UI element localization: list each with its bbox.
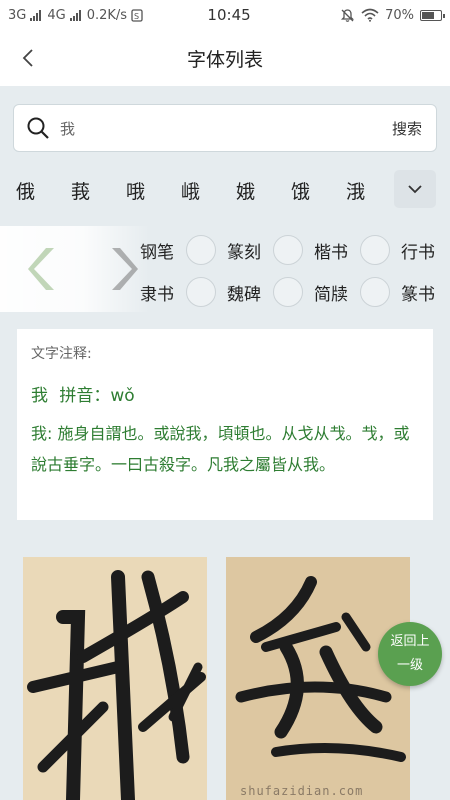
- network-4g-label: 4G: [47, 7, 66, 23]
- char-item[interactable]: 涐: [346, 177, 401, 204]
- annotation-char: 我: [31, 386, 48, 406]
- annotation-pinyin-line: 我 拼音：wǒ: [31, 381, 419, 406]
- related-chars-row: 俄 莪 哦 峨 娥 饿 涐: [0, 168, 450, 212]
- title-bar: 字体列表: [0, 30, 450, 86]
- char-item[interactable]: 娥: [236, 177, 291, 204]
- chevron-left-icon: [22, 49, 33, 67]
- calligraphy-strokes: [235, 576, 406, 762]
- style-radio[interactable]: [360, 272, 390, 312]
- search-button[interactable]: 搜索: [392, 118, 422, 139]
- radio-circle: [186, 277, 216, 307]
- sim-icon: S: [131, 8, 143, 22]
- calligraphy-image[interactable]: [23, 557, 207, 800]
- char-item[interactable]: 峨: [181, 177, 236, 204]
- radio-circle: [273, 277, 303, 307]
- radio-circle: [360, 235, 390, 265]
- return-button-line2: 一级: [396, 658, 423, 673]
- status-bar: 3G 4G 0.2K/s S 10:45 70%: [0, 0, 450, 30]
- style-option-weibei[interactable]: 魏碑: [227, 272, 261, 312]
- char-item[interactable]: 莪: [71, 177, 126, 204]
- return-up-button[interactable]: 返回上 一级: [378, 622, 442, 686]
- char-item[interactable]: 俄: [16, 177, 71, 204]
- svg-text:S: S: [134, 12, 139, 21]
- battery-fill: [422, 11, 434, 19]
- expand-chars-button[interactable]: [394, 170, 436, 208]
- style-option-xingshu[interactable]: 行书: [401, 230, 435, 270]
- swipe-hint-overlay: [0, 226, 150, 312]
- network-speed: 0.2K/s: [86, 7, 128, 23]
- style-radio[interactable]: [186, 272, 216, 312]
- annotation-card: 文字注释: 我 拼音：wǒ 我: 施身自謂也。或說我，頃頓也。从戈从𢦏。𢦏，或說…: [17, 329, 433, 520]
- style-option-zhuanshu[interactable]: 篆书: [401, 272, 435, 312]
- style-label: 简牍: [314, 284, 348, 305]
- swipe-arrow-icon: [28, 248, 54, 290]
- style-label: 楷书: [314, 242, 348, 263]
- network-3g-label: 3G: [8, 7, 27, 23]
- signal-icon: [69, 9, 81, 21]
- wifi-icon: [361, 8, 379, 22]
- return-button-line1: 返回上: [390, 634, 430, 649]
- battery-icon: [420, 9, 445, 21]
- style-radio[interactable]: [360, 230, 390, 270]
- style-option-kaishu[interactable]: 楷书: [314, 230, 348, 270]
- style-radio[interactable]: [186, 230, 216, 270]
- radio-circle: [186, 235, 216, 265]
- swipe-arrow-icon: [112, 248, 138, 290]
- image-watermark: shufazidian.com: [240, 784, 364, 798]
- style-label: 篆书: [401, 284, 435, 305]
- battery-percent: 70%: [385, 7, 414, 23]
- search-bar: 搜索: [13, 104, 437, 152]
- char-item[interactable]: 哦: [126, 177, 181, 204]
- style-selector: 钢笔 篆刻 楷书 行书 隶书 魏碑 简牍 篆书: [0, 226, 450, 312]
- signal-icon: [30, 9, 42, 21]
- mute-bell-icon: [341, 8, 355, 22]
- back-button[interactable]: [14, 44, 42, 72]
- annotation-definition: 我: 施身自謂也。或說我，頃頓也。从戈从𢦏。𢦏，或說古垂字。一曰古殺字。凡我之屬…: [31, 424, 410, 474]
- style-label: 篆刻: [227, 242, 261, 263]
- page-title: 字体列表: [186, 48, 263, 71]
- style-radio[interactable]: [273, 272, 303, 312]
- style-option-jiandu[interactable]: 简牍: [314, 272, 348, 312]
- status-right: 70%: [340, 7, 445, 23]
- search-input[interactable]: [60, 119, 392, 137]
- style-option-zhuanke[interactable]: 篆刻: [227, 230, 261, 270]
- radio-circle: [273, 235, 303, 265]
- search-icon: [27, 117, 49, 139]
- calligraphy-image[interactable]: shufazidian.com: [226, 557, 410, 800]
- annotation-pinyin: 拼音：wǒ: [59, 386, 135, 406]
- style-label: 行书: [401, 242, 435, 263]
- style-radio[interactable]: [273, 230, 303, 270]
- radio-circle: [360, 277, 390, 307]
- annotation-heading: 文字注释:: [31, 346, 92, 362]
- clock: 10:45: [207, 6, 251, 24]
- style-label: 魏碑: [227, 284, 261, 305]
- calligraphy-strokes: [27, 570, 206, 800]
- char-item[interactable]: 饿: [291, 177, 346, 204]
- chevron-down-icon: [408, 185, 422, 194]
- status-left: 3G 4G 0.2K/s S: [8, 8, 178, 23]
